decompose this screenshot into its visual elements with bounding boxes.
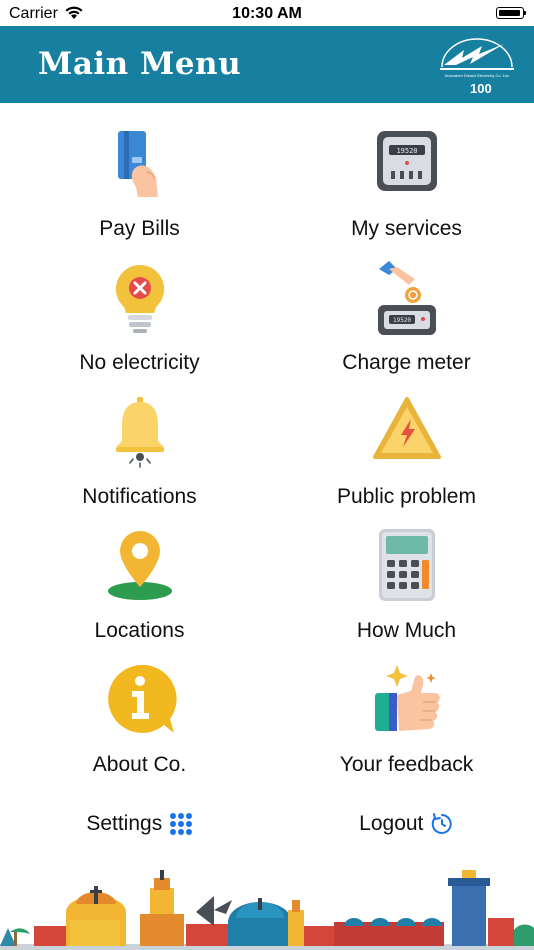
clock: 10:30 AM: [232, 5, 302, 22]
battery-icon: [496, 7, 526, 19]
header-bar: Main Menu Jerusalem District Electricity…: [0, 26, 534, 103]
logo-badge: 100: [470, 81, 492, 96]
thumbs-up-icon: [375, 665, 440, 731]
menu-no-electricity[interactable]: No electricity: [6, 237, 273, 374]
menu-about-co[interactable]: About Co.: [6, 639, 273, 776]
company-logo: Jerusalem District Electricity Co. Ltd. …: [440, 38, 514, 96]
logout-label: Logout: [359, 812, 424, 835]
settings-label: Settings: [86, 812, 163, 835]
menu-label: About Co.: [92, 753, 187, 776]
status-bar: Carrier 10:30 AM: [0, 0, 534, 26]
menu-public-problem[interactable]: Public problem: [273, 371, 534, 508]
bell-icon: [116, 397, 164, 468]
menu-how-much[interactable]: How Much: [273, 505, 534, 642]
location-pin-icon: [108, 531, 172, 600]
city-skyline-illustration: [0, 870, 534, 950]
settings-button[interactable]: Settings: [6, 812, 273, 842]
menu-notifications[interactable]: Notifications: [6, 371, 273, 508]
logout-icon: [431, 813, 452, 834]
grid-dots-icon: [169, 813, 192, 835]
menu-locations[interactable]: Locations: [6, 505, 273, 642]
menu-your-feedback[interactable]: Your feedback: [273, 639, 534, 776]
logo-company-name: Jerusalem District Electricity Co. Ltd.: [444, 73, 509, 78]
svg-text:19520: 19520: [393, 317, 411, 324]
info-icon: [108, 664, 177, 733]
calculator-icon: [379, 529, 435, 601]
warning-icon: [373, 397, 441, 459]
credit-card-hand-icon: [118, 131, 158, 197]
electric-meter-icon: 19520: [377, 131, 437, 191]
svg-text:19520: 19520: [396, 147, 417, 155]
menu-label: Your feedback: [339, 753, 474, 776]
menu-pay-bills[interactable]: Pay Bills: [6, 103, 273, 240]
bulb-off-icon: [115, 264, 165, 333]
page-title: Main Menu: [38, 46, 242, 82]
menu-my-services[interactable]: 19520 My services: [273, 103, 534, 240]
logout-button[interactable]: Logout: [273, 812, 534, 842]
menu-charge-meter[interactable]: 19520 Charge meter: [273, 237, 534, 374]
coin-meter-icon: 19520: [378, 261, 436, 335]
